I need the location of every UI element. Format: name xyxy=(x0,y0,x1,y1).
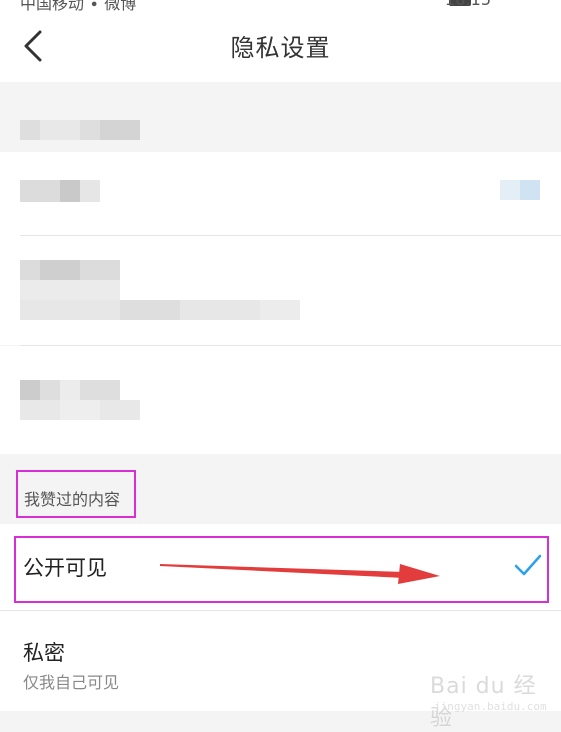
redacted-setting-row[interactable] xyxy=(0,346,561,454)
red-arrow-annotation xyxy=(160,564,440,584)
checkmark-icon xyxy=(514,554,542,576)
carrier-text: 中国移动 ∙ 微博 xyxy=(20,0,137,12)
watermark-url: jingyan.baidu.com xyxy=(434,700,547,713)
redacted-setting-row[interactable] xyxy=(0,236,561,345)
status-bar: 中国移动 ∙ 微博 16:15 xyxy=(0,0,561,12)
clock-text: 16:15 xyxy=(445,0,491,9)
nav-bar: 隐私设置 xyxy=(0,12,561,82)
redacted-setting-row[interactable] xyxy=(0,152,561,236)
redacted-section-header xyxy=(0,82,561,152)
page-title: 隐私设置 xyxy=(230,34,331,62)
option-private-subtitle: 仅我自己可见 xyxy=(23,673,120,692)
option-private-title: 私密 xyxy=(23,641,65,665)
highlight-box-section xyxy=(16,470,136,518)
baidu-watermark: Bai du 经验 jingyan.baidu.com xyxy=(430,660,547,731)
